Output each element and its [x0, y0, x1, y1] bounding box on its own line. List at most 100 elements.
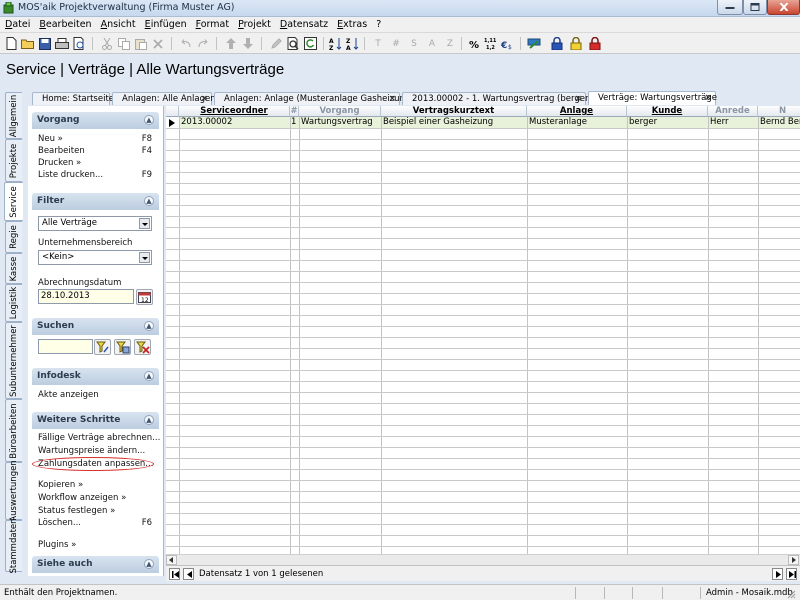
print-button[interactable]: [54, 36, 70, 51]
column-header-anlage[interactable]: Anlage: [527, 106, 627, 117]
currency-button[interactable]: € $: [500, 36, 516, 51]
menu-help[interactable]: ?: [376, 19, 381, 30]
abrechnungsdatum-field[interactable]: 28.10.2013: [38, 289, 134, 304]
collapse-icon[interactable]: ▲: [144, 371, 154, 381]
print-preview-button[interactable]: [71, 36, 87, 51]
action-drucken[interactable]: Drucken »: [38, 158, 156, 169]
menu-datensatz[interactable]: Datensatz: [280, 19, 328, 30]
close-tab-icon[interactable]: ×: [200, 93, 208, 105]
action-kopieren[interactable]: Kopieren »: [38, 480, 156, 491]
first-record-button[interactable]: [169, 568, 180, 580]
column-header-kunde[interactable]: Kunde: [627, 106, 708, 117]
close-tab-icon[interactable]: ×: [704, 92, 712, 104]
last-record-button[interactable]: [786, 568, 797, 580]
delete-button[interactable]: [150, 36, 166, 51]
action-akte-anzeigen[interactable]: Akte anzeigen: [38, 390, 156, 401]
menu-extras[interactable]: Extras: [337, 19, 367, 30]
menu-format[interactable]: Format: [196, 19, 230, 30]
next-record-button[interactable]: [240, 36, 256, 51]
action-bearbeiten[interactable]: Bearbeiten F4: [38, 146, 156, 157]
find-button[interactable]: [285, 36, 301, 51]
section-suchen-header[interactable]: Suchen ▲: [32, 318, 159, 335]
collapse-icon[interactable]: ▲: [144, 415, 154, 425]
action-neu[interactable]: Neu » F8: [38, 134, 156, 145]
tab-anlage-gasheizung[interactable]: Anlagen: Anlage (Musteranlage Gasheizung…: [214, 92, 414, 105]
action-loeschen[interactable]: Löschen... F6: [38, 518, 156, 529]
action-faellige-vertraege[interactable]: Fällige Verträge abrechnen...: [38, 433, 160, 444]
close-tab-icon[interactable]: ×: [388, 93, 396, 105]
filter-select[interactable]: Alle Verträge: [38, 216, 152, 231]
action-plugins[interactable]: Plugins »: [38, 540, 156, 551]
menu-datei[interactable]: Datei: [5, 19, 30, 30]
section-infodesk-header[interactable]: Infodesk ▲: [32, 368, 159, 385]
tab-wartungsvertrag[interactable]: 2013.00002 - 1. Wartungsvertrag (berger)…: [402, 92, 592, 105]
paste-button[interactable]: [133, 36, 149, 51]
action-workflow-anzeigen[interactable]: Workflow anzeigen »: [38, 493, 156, 504]
section-siehe-auch-header[interactable]: Siehe auch ▲: [32, 556, 159, 573]
action-wartungspreise[interactable]: Wartungspreise ändern...: [38, 446, 156, 457]
sort-descending-button[interactable]: ZA: [345, 36, 361, 51]
refresh-button[interactable]: [302, 36, 318, 51]
unternehmensbereich-select[interactable]: <Kein>: [38, 250, 152, 265]
collapse-icon[interactable]: ▲: [144, 115, 154, 125]
lock-yellow-button[interactable]: [568, 36, 584, 51]
collapse-icon[interactable]: ▲: [144, 559, 154, 569]
open-button[interactable]: [20, 36, 36, 51]
redo-button[interactable]: [195, 36, 211, 51]
collapse-icon[interactable]: ▲: [144, 196, 154, 206]
resize-grip-icon[interactable]: [786, 589, 796, 599]
close-tab-icon[interactable]: ×: [574, 93, 582, 105]
section-vorgang-header[interactable]: Vorgang ▲: [32, 112, 159, 129]
format-hash-button[interactable]: #: [388, 36, 404, 51]
sidetab-service[interactable]: Service: [4, 182, 23, 221]
decimal-button[interactable]: 1,11 1,2: [483, 36, 499, 51]
column-header-vertragskurztext[interactable]: Vertragskurztext: [381, 106, 527, 117]
lock-blue-button[interactable]: [549, 36, 565, 51]
column-header-number[interactable]: #: [290, 106, 299, 117]
scroll-left-button[interactable]: [166, 555, 177, 565]
column-header-serviceordner[interactable]: Serviceordner: [179, 106, 290, 117]
search-options-button[interactable]: [114, 339, 131, 355]
copy-button[interactable]: [116, 36, 132, 51]
sidetab-bueroarbeiten[interactable]: Büroarbeiten: [5, 399, 22, 462]
save-button[interactable]: [37, 36, 53, 51]
next-record-button[interactable]: [772, 568, 783, 580]
tab-anlagen-alle[interactable]: Anlagen: Alle Anlagen ×: [112, 92, 216, 105]
column-header-anrede[interactable]: Anrede: [708, 106, 758, 117]
calendar-button[interactable]: 12: [136, 289, 153, 305]
sidetab-kasse[interactable]: Kasse: [5, 253, 22, 284]
tab-home[interactable]: Home: Startseite: [32, 92, 114, 105]
sidetab-regie[interactable]: Regie: [5, 221, 22, 253]
section-weitere-schritte-header[interactable]: Weitere Schritte ▲: [32, 412, 159, 429]
format-t-button[interactable]: T: [370, 36, 386, 51]
action-status-festlegen[interactable]: Status festlegen »: [38, 506, 156, 517]
menu-ansicht[interactable]: Ansicht: [101, 19, 136, 30]
maximize-button[interactable]: [743, 0, 767, 15]
menu-bearbeiten[interactable]: Bearbeiten: [39, 19, 91, 30]
lock-red-button[interactable]: [587, 36, 603, 51]
column-header-vorgang[interactable]: Vorgang: [299, 106, 381, 117]
scroll-right-button[interactable]: [788, 555, 799, 565]
tools-button[interactable]: [526, 36, 542, 51]
sidetab-projekte[interactable]: Projekte: [5, 139, 22, 182]
cut-button[interactable]: [99, 36, 115, 51]
collapse-icon[interactable]: ▲: [144, 321, 154, 331]
format-a-button[interactable]: A: [424, 36, 440, 51]
action-liste-drucken[interactable]: Liste drucken... F9: [38, 170, 156, 181]
search-filter-button[interactable]: [94, 339, 111, 355]
minimize-button[interactable]: [717, 0, 743, 15]
format-z-button[interactable]: Z: [442, 36, 458, 51]
sidetab-logistik[interactable]: Logistik: [5, 284, 22, 322]
sidetab-allgemein[interactable]: Allgemein: [5, 92, 22, 139]
edit-button[interactable]: [268, 36, 284, 51]
horizontal-scrollbar[interactable]: [166, 554, 800, 565]
new-document-button[interactable]: [3, 36, 19, 51]
column-header-name[interactable]: N: [758, 106, 800, 117]
clear-search-button[interactable]: [134, 339, 151, 355]
close-button[interactable]: [767, 0, 800, 15]
menu-projekt[interactable]: Projekt: [238, 19, 271, 30]
search-input[interactable]: [38, 339, 93, 354]
undo-button[interactable]: [178, 36, 194, 51]
sidetab-auswertungen[interactable]: Auswertungen: [5, 460, 22, 522]
menu-einfuegen[interactable]: Einfügen: [145, 19, 187, 30]
